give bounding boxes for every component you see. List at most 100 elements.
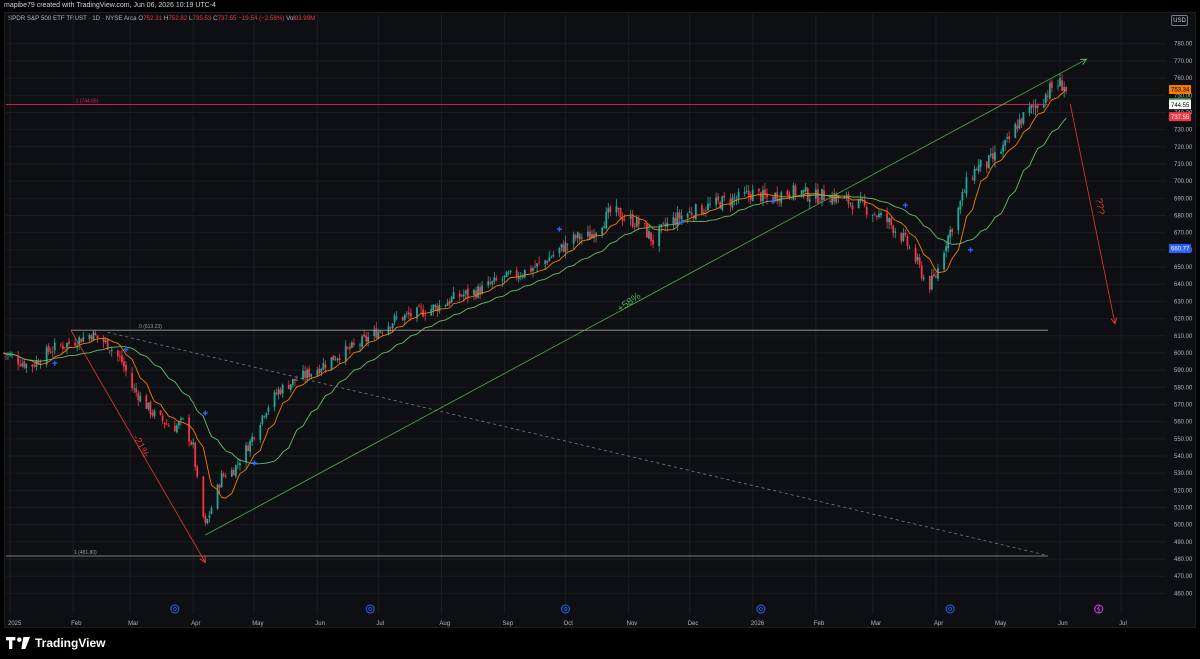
candle-body xyxy=(873,214,876,216)
candle-body xyxy=(523,269,526,278)
candle-body xyxy=(619,208,622,219)
candle-body xyxy=(1034,105,1037,109)
candle-body xyxy=(1048,83,1051,99)
candle-body xyxy=(263,416,266,417)
candle-body xyxy=(918,257,921,265)
candle-body xyxy=(876,215,878,218)
candle-body xyxy=(49,352,52,354)
candle-body xyxy=(786,190,789,196)
candle-body xyxy=(273,391,276,408)
candle-body xyxy=(829,201,832,203)
candle-body xyxy=(259,425,262,440)
cross-marker xyxy=(902,202,908,208)
candle-body xyxy=(180,418,182,421)
candle-body xyxy=(237,463,239,465)
candle-body xyxy=(849,203,852,204)
candle-body xyxy=(1008,136,1011,140)
annotation-label: +58% xyxy=(615,291,643,315)
candle-body xyxy=(505,271,508,277)
candle-body xyxy=(336,358,339,360)
candle-body xyxy=(291,378,294,385)
candle-body xyxy=(1044,94,1047,104)
candle-body xyxy=(816,189,819,203)
candle-body xyxy=(409,313,412,317)
candle-body xyxy=(405,313,408,314)
candle-body xyxy=(1000,152,1002,154)
candle-body xyxy=(458,293,461,297)
candle-body xyxy=(546,261,549,263)
candle-body xyxy=(452,292,455,299)
candle-body xyxy=(116,350,119,357)
candle-body xyxy=(173,425,176,432)
candle-body xyxy=(745,191,748,192)
candle-body xyxy=(210,508,213,514)
candle-body xyxy=(407,312,410,315)
candle-body xyxy=(847,194,850,204)
candle-body xyxy=(963,191,966,193)
candle-body xyxy=(694,204,697,220)
candle-body xyxy=(245,445,247,463)
candle-body xyxy=(151,412,154,416)
candle-body xyxy=(603,226,606,229)
candle-body xyxy=(320,369,323,372)
y-axis: 460.00 470.00 480.00 490.00 500.00 510.00 520.… xyxy=(1174,42,1193,598)
event-marker-icon xyxy=(170,604,180,614)
candle-body xyxy=(224,475,227,478)
candle-body xyxy=(871,215,874,217)
candle-body xyxy=(318,368,321,374)
candle-body xyxy=(790,198,793,200)
candle-body xyxy=(576,232,579,238)
price-chart[interactable]: 460.00 470.00 480.00 490.00 500.00 510.00 520.… xyxy=(0,0,1200,630)
candle-body xyxy=(743,191,746,194)
y-tick-label: 630.00 xyxy=(1174,299,1193,305)
candle-body xyxy=(11,355,13,356)
candle-body xyxy=(359,344,361,346)
candle-body xyxy=(857,199,860,209)
candle-body xyxy=(973,168,976,181)
candle-body xyxy=(1057,85,1059,87)
candle-body xyxy=(192,442,195,445)
candle-body xyxy=(507,273,510,275)
candle-body xyxy=(916,256,919,261)
candle-body xyxy=(957,207,960,231)
y-tick-label: 680.00 xyxy=(1174,214,1193,220)
candle-body xyxy=(296,380,298,381)
candle-body xyxy=(928,276,931,290)
y-tick-label: 540.00 xyxy=(1174,454,1193,460)
candle-body xyxy=(344,345,347,361)
y-tick-label: 490.00 xyxy=(1174,540,1193,546)
candle-body xyxy=(644,223,646,225)
candle-body xyxy=(118,356,121,358)
candle-body xyxy=(149,401,152,415)
y-tick-label: 670.00 xyxy=(1174,231,1193,237)
candle-body xyxy=(473,289,475,295)
candle-body xyxy=(306,369,309,378)
candle-body xyxy=(851,205,854,210)
candle-body xyxy=(662,222,665,224)
y-tick-label: 710.00 xyxy=(1174,162,1193,168)
candle-body xyxy=(572,234,575,244)
annotation-label: -21% xyxy=(130,433,151,459)
candle-body xyxy=(281,384,284,394)
event-marker-icon xyxy=(365,604,375,614)
candle-body xyxy=(646,223,648,238)
candle-body xyxy=(900,232,903,242)
candle-body xyxy=(45,347,48,365)
candle-body xyxy=(74,342,77,346)
candle-body xyxy=(1061,80,1063,91)
tradingview-logo[interactable]: TradingView xyxy=(6,636,105,650)
candle-body xyxy=(161,415,164,421)
candle-body xyxy=(686,213,689,218)
y-tick-label: 650.00 xyxy=(1174,265,1193,271)
candle-body xyxy=(302,370,304,380)
candle-body xyxy=(1051,81,1053,88)
candle-body xyxy=(194,442,197,468)
candle-body xyxy=(778,199,781,202)
candle-body xyxy=(922,277,925,280)
candle-body xyxy=(460,295,463,297)
candle-body xyxy=(304,371,306,378)
trendline-dotted-down xyxy=(107,331,1048,557)
candle-body xyxy=(163,422,166,425)
candle-body xyxy=(519,276,522,278)
candle-body xyxy=(544,260,547,265)
